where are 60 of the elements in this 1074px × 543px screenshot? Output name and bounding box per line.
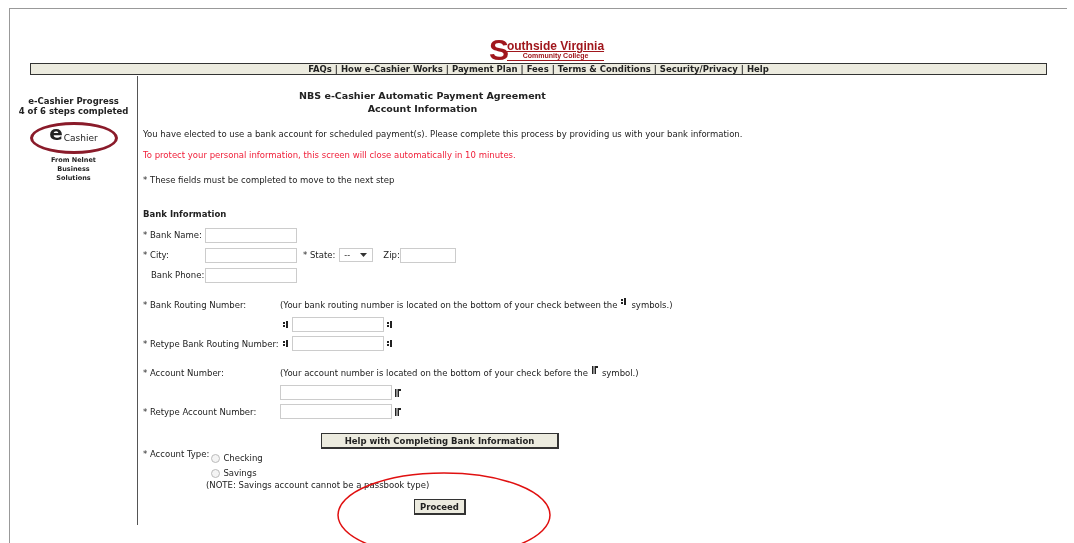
field-label: * Bank Routing Number:: [143, 300, 248, 310]
field-label: * Account Type:: [143, 449, 210, 459]
nav-separator: |: [445, 64, 449, 74]
account-hint-end: symbol.): [601, 368, 639, 378]
nav-separator: |: [551, 64, 555, 74]
account-type-radio[interactable]: Savings: [211, 468, 263, 478]
logo-letter: e: [49, 124, 63, 142]
field-label: * Retype Bank Routing Number:: [143, 338, 280, 349]
nav-link[interactable]: Terms & Conditions: [557, 64, 651, 74]
account-number-field[interactable]: [280, 385, 392, 400]
field-label: * State:: [303, 250, 336, 260]
intro-text: You have elected to use a bank account for scheduled payment(s). Please complete this process by providing us with your bank information.: [143, 129, 744, 139]
transit-symbol-icon: [387, 321, 393, 328]
nav-link[interactable]: Help: [746, 64, 769, 74]
state-dropdown[interactable]: --: [339, 248, 374, 262]
routing-number-field[interactable]: [292, 317, 384, 332]
retype-account-field[interactable]: [280, 404, 392, 419]
routing-hint: (Your bank routing number is located on the bottom of your check between the: [280, 300, 618, 310]
nav-link[interactable]: FAQs: [308, 64, 332, 74]
section-title: Bank Information: [143, 209, 228, 219]
caret-icon: [360, 253, 368, 257]
timeout-warning: To protect your personal information, this screen will close automatically in 10 minutes.: [143, 150, 517, 160]
on-us-symbol-icon: [395, 407, 401, 416]
logo-word: Cashier: [63, 133, 98, 143]
field-label: * City:: [143, 250, 170, 260]
field-label: Zip:: [383, 250, 400, 260]
field-label: * Account Number:: [143, 368, 225, 378]
bank-name-field[interactable]: [205, 227, 297, 243]
retype-routing-field[interactable]: [292, 336, 384, 351]
account-type-radio[interactable]: Checking: [211, 453, 263, 463]
on-us-symbol-icon: [395, 388, 401, 397]
nav-separator: |: [653, 64, 657, 74]
progress-steps: 4 of 6 steps completed: [18, 106, 129, 116]
nav-separator: |: [334, 64, 338, 74]
nav-separator: |: [740, 64, 744, 74]
nav-link[interactable]: Security/Privacy: [659, 64, 738, 74]
nav-link[interactable]: How e-Cashier Works: [340, 64, 443, 74]
field-label: Bank Phone:: [150, 270, 205, 280]
field-label: * Retype Account Number:: [143, 406, 258, 417]
nav-link[interactable]: Fees: [526, 64, 549, 74]
account-hint: (Your account number is located on the bottom of your check before the: [280, 368, 588, 378]
progress-title: e-Cashier Progress: [28, 96, 119, 106]
logo-letter: S: [488, 37, 509, 63]
transit-symbol-icon: [283, 340, 289, 347]
city-field[interactable]: [205, 247, 297, 263]
page-heading: Account Information: [366, 102, 479, 115]
proceed-button[interactable]: Proceed: [414, 499, 466, 515]
on-us-symbol-icon: [591, 366, 598, 374]
routing-hint-end: symbols.): [631, 300, 673, 310]
transit-symbol-icon: [621, 298, 628, 305]
transit-symbol-icon: [283, 321, 289, 328]
bank-phone-field[interactable]: [205, 267, 297, 283]
nav-link[interactable]: Payment Plan: [451, 64, 518, 74]
nav-separator: |: [520, 64, 524, 74]
help-button[interactable]: Help with Completing Bank Information: [321, 433, 559, 449]
zip-field[interactable]: [399, 247, 456, 263]
transit-symbol-icon: [387, 340, 393, 347]
required-note: * These fields must be completed to move to the next step: [143, 175, 396, 185]
page-heading: NBS e-Cashier Automatic Payment Agreement: [298, 89, 547, 102]
field-label: * Bank Name:: [143, 230, 203, 240]
